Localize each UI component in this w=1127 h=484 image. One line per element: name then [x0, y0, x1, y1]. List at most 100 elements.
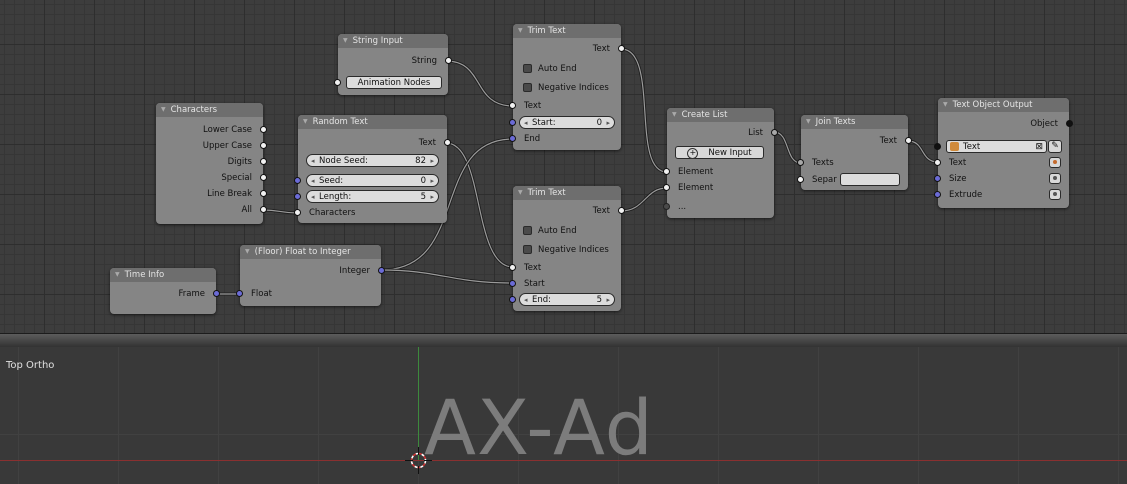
- use-toggle-icon[interactable]: [1049, 157, 1061, 168]
- negative-indices-checkbox[interactable]: Negative Indices: [513, 80, 621, 96]
- collapse-arrow-icon[interactable]: ▼: [518, 186, 523, 200]
- checkbox[interactable]: [523, 64, 532, 73]
- clear-icon[interactable]: ⊠: [1035, 141, 1043, 154]
- node-header[interactable]: ▼ (Floor) Float to Integer: [240, 245, 381, 259]
- socket-input[interactable]: [236, 290, 243, 297]
- 3d-cursor-icon[interactable]: [405, 447, 432, 474]
- socket-output[interactable]: [260, 126, 267, 133]
- socket-output[interactable]: [260, 142, 267, 149]
- socket-output[interactable]: [618, 45, 625, 52]
- node-create-list[interactable]: ▼ Create List List + New Input Element Ele…: [663, 108, 778, 218]
- increment-arrow-icon[interactable]: ▸: [430, 175, 434, 188]
- negative-indices-checkbox[interactable]: Negative Indices: [513, 242, 621, 258]
- node-header[interactable]: ▼ Trim Text: [513, 24, 621, 38]
- increment-arrow-icon[interactable]: ▸: [606, 294, 610, 307]
- end-field[interactable]: ◂ End: 5 ▸: [519, 293, 615, 306]
- socket-input[interactable]: [509, 119, 516, 126]
- decrement-arrow-icon[interactable]: ◂: [311, 191, 315, 204]
- socket-output[interactable]: [771, 129, 778, 136]
- auto-end-checkbox[interactable]: Auto End: [513, 61, 621, 77]
- node-float-to-integer[interactable]: ▼ (Floor) Float to Integer Integer Float: [236, 245, 385, 306]
- decrement-arrow-icon[interactable]: ◂: [311, 175, 315, 188]
- separator-field[interactable]: [840, 173, 900, 186]
- socket-input[interactable]: [294, 193, 301, 200]
- socket-output[interactable]: [260, 158, 267, 165]
- eyedropper-button[interactable]: ✎: [1048, 140, 1062, 153]
- node-header[interactable]: ▼ Join Texts: [801, 115, 908, 129]
- socket-input[interactable]: [663, 168, 670, 175]
- checkbox[interactable]: [523, 245, 532, 254]
- collapse-arrow-icon[interactable]: ▼: [806, 115, 811, 129]
- decrement-arrow-icon[interactable]: ◂: [524, 117, 528, 130]
- collapse-arrow-icon[interactable]: ▼: [161, 103, 166, 117]
- collapse-arrow-icon[interactable]: ▼: [518, 24, 523, 38]
- node-join-texts[interactable]: ▼ Join Texts Text Texts Separ: [797, 115, 912, 190]
- socket-input[interactable]: [509, 280, 516, 287]
- increment-arrow-icon[interactable]: ▸: [606, 117, 610, 130]
- object-field[interactable]: Text ⊠: [946, 140, 1047, 153]
- socket-input[interactable]: [663, 184, 670, 191]
- node-random-text[interactable]: ▼ Random Text Text ◂ Node Seed: 82 ▸ ◂ Se…: [294, 115, 451, 223]
- node-header[interactable]: ▼ Characters: [156, 103, 263, 117]
- increment-arrow-icon[interactable]: ▸: [430, 155, 434, 168]
- node-trim-text[interactable]: ▼ Trim Text Text Auto End Negative Indice…: [509, 186, 625, 311]
- socket-output[interactable]: [260, 174, 267, 181]
- node-seed-field[interactable]: ◂ Node Seed: 82 ▸: [306, 154, 439, 167]
- area-splitter[interactable]: [0, 333, 1127, 348]
- node-trim-text[interactable]: ▼ Trim Text Text Auto End Negative Indice…: [509, 24, 625, 150]
- node-header[interactable]: ▼ String Input: [338, 34, 448, 48]
- socket-input[interactable]: [334, 79, 341, 86]
- decrement-arrow-icon[interactable]: ◂: [524, 294, 528, 307]
- length-field[interactable]: ◂ Length: 5 ▸: [306, 190, 439, 203]
- socket-input[interactable]: [797, 159, 804, 166]
- socket-input[interactable]: [294, 209, 301, 216]
- socket-output[interactable]: [618, 207, 625, 214]
- socket-input[interactable]: [934, 143, 941, 150]
- start-field[interactable]: ◂ Start: 0 ▸: [519, 116, 615, 129]
- socket-input[interactable]: [663, 203, 670, 210]
- collapse-arrow-icon[interactable]: ▼: [672, 108, 677, 122]
- socket-input[interactable]: [934, 159, 941, 166]
- node-text-object-output[interactable]: ▼ Text Object Output Object Text ⊠ ✎ Text…: [934, 98, 1073, 208]
- socket-output[interactable]: [378, 267, 385, 274]
- socket-output[interactable]: [905, 137, 912, 144]
- socket-output[interactable]: [260, 190, 267, 197]
- socket-input[interactable]: [509, 135, 516, 142]
- socket-output[interactable]: [444, 139, 451, 146]
- collapse-arrow-icon[interactable]: ▼: [115, 268, 120, 282]
- checkbox[interactable]: [523, 226, 532, 235]
- collapse-arrow-icon[interactable]: ▼: [343, 34, 348, 48]
- collapse-arrow-icon[interactable]: ▼: [245, 245, 250, 259]
- socket-output[interactable]: [1066, 120, 1073, 127]
- node-header[interactable]: ▼ Random Text: [298, 115, 447, 129]
- node-header[interactable]: ▼ Create List: [667, 108, 774, 122]
- seed-field[interactable]: ◂ Seed: 0 ▸: [306, 174, 439, 187]
- checkbox[interactable]: [523, 83, 532, 92]
- socket-input[interactable]: [294, 177, 301, 184]
- 3d-viewport[interactable]: Top Ortho AX-Ad: [0, 347, 1127, 484]
- socket-input[interactable]: [509, 264, 516, 271]
- socket-input[interactable]: [509, 102, 516, 109]
- node-string-input[interactable]: ▼ String Input String Animation Nodes: [334, 34, 452, 95]
- socket-output[interactable]: [260, 206, 267, 213]
- string-value-field[interactable]: Animation Nodes: [346, 76, 442, 89]
- collapse-arrow-icon[interactable]: ▼: [943, 98, 948, 112]
- socket-output[interactable]: [213, 290, 220, 297]
- socket-input[interactable]: [934, 175, 941, 182]
- node-characters[interactable]: ▼ Characters Lower Case Upper Case Digits…: [156, 103, 267, 224]
- text-object[interactable]: AX-Ad: [424, 390, 654, 466]
- decrement-arrow-icon[interactable]: ◂: [311, 155, 315, 168]
- use-toggle-icon[interactable]: [1049, 189, 1061, 200]
- auto-end-checkbox[interactable]: Auto End: [513, 223, 621, 239]
- socket-input[interactable]: [509, 296, 516, 303]
- socket-input[interactable]: [934, 191, 941, 198]
- node-time-info[interactable]: ▼ Time Info Frame: [110, 268, 220, 314]
- use-toggle-icon[interactable]: [1049, 173, 1061, 184]
- collapse-arrow-icon[interactable]: ▼: [303, 115, 308, 129]
- node-header[interactable]: ▼ Text Object Output: [938, 98, 1069, 112]
- node-header[interactable]: ▼ Time Info: [110, 268, 216, 282]
- increment-arrow-icon[interactable]: ▸: [430, 191, 434, 204]
- socket-input[interactable]: [797, 176, 804, 183]
- socket-output[interactable]: [445, 57, 452, 64]
- node-header[interactable]: ▼ Trim Text: [513, 186, 621, 200]
